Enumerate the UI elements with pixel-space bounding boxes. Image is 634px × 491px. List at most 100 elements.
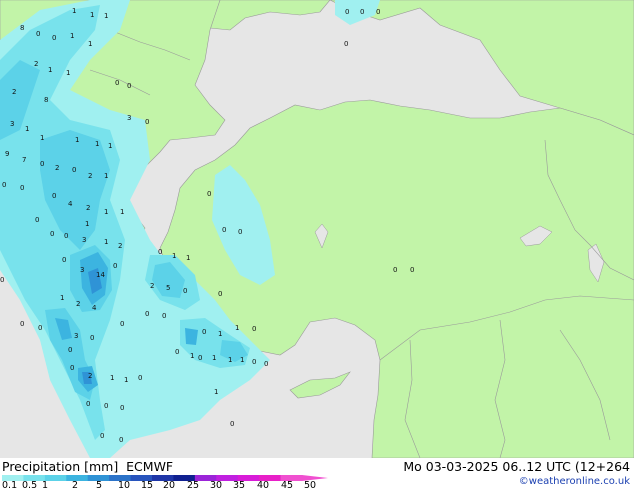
precip-value-label: 0 [410, 266, 414, 274]
precip-value-label: 1 [190, 352, 194, 360]
precip-value-label: 1 [60, 294, 64, 302]
precip-value-label: 3 [74, 332, 78, 340]
precip-value-label: 0 [104, 402, 108, 410]
colorbar-tick: 25 [187, 480, 200, 491]
precip-value-label: 1 [214, 388, 218, 396]
precip-value-label: 0 [393, 266, 397, 274]
precip-value-label: 1 [66, 69, 70, 77]
colorbar-tick: 0.1 [2, 480, 18, 491]
precip-value-label: 3 [82, 236, 86, 244]
precip-value-label: 0 [238, 228, 242, 236]
precip-value-label: 1 [240, 356, 244, 364]
precip-value-label: 0 [2, 181, 6, 189]
precip-value-label: 0 [145, 118, 149, 126]
precip-value-label: 2 [12, 88, 16, 96]
precip-value-label: 0 [360, 8, 364, 16]
precip-value-label: 2 [34, 60, 38, 68]
precip-value-label: 0 [52, 34, 56, 42]
precip-value-label: 0 [175, 348, 179, 356]
precip-value-label: 0 [90, 334, 94, 342]
precip-value-label: 4 [92, 304, 97, 312]
precip-value-label: 0 [68, 346, 72, 354]
precip-value-label: 2 [88, 372, 92, 380]
precip-value-label: 0 [207, 190, 211, 198]
precip-value-label: 0 [35, 216, 39, 224]
precip-value-label: 1 [218, 330, 222, 338]
precip-value-label: 1 [104, 238, 108, 246]
colorbar-tick: 35 [233, 480, 246, 491]
precip-value-label: 2 [76, 300, 80, 308]
precip-value-label: 0 [20, 320, 24, 328]
precip-value-label: 14 [96, 271, 105, 279]
precip-value-label: 5 [166, 284, 170, 292]
precip-value-label: 9 [5, 150, 9, 158]
precip-value-label: 0 [252, 325, 256, 333]
precip-value-label: 0 [36, 30, 40, 38]
precip-value-label: 1 [85, 220, 89, 228]
precip-value-label: 1 [228, 356, 232, 364]
credit-link[interactable]: ©weatheronline.co.uk [519, 476, 630, 487]
colorbar-tick: 50 [304, 480, 317, 491]
precip-value-label: 0 [119, 436, 123, 444]
colorbar-tick: 40 [257, 480, 270, 491]
precip-value-label: 1 [40, 134, 44, 142]
precip-value-label: 0 [138, 374, 142, 382]
legend-footer: Precipitation [mm] ECMWF Mo 03-03-2025 0… [0, 458, 634, 491]
precip-value-label: 1 [235, 324, 239, 332]
precip-value-label: 0 [120, 320, 124, 328]
precip-value-label: 0 [218, 290, 222, 298]
precip-value-label: 0 [145, 310, 149, 318]
precip-value-label: 0 [264, 360, 268, 368]
precip-value-label: 8 [44, 96, 48, 104]
precip-value-label: 1 [124, 376, 128, 384]
precip-value-label: 0 [127, 82, 131, 90]
precip-value-label: 1 [72, 7, 76, 15]
precip-value-label: 0 [72, 166, 76, 174]
valid-time-label: Mo 03-03-2025 06..12 UTC (12+264 [403, 459, 630, 474]
precip-value-label: 1 [104, 172, 108, 180]
precip-value-label: 1 [48, 66, 52, 74]
precip-value-label: 8 [20, 24, 24, 32]
precip-value-label: 0 [376, 8, 380, 16]
precipitation-map: 1110008001102110028313011119702021000421… [0, 0, 634, 458]
precip-value-label: 0 [222, 226, 226, 234]
precip-value-label: 0 [70, 364, 74, 372]
precip-value-label: 0 [86, 400, 90, 408]
precip-value-label: 0 [38, 324, 42, 332]
precip-value-label: 0 [158, 248, 162, 256]
precip-value-label: 1 [75, 136, 79, 144]
colorbar-tick: 20 [163, 480, 176, 491]
precip-value-label: 1 [70, 32, 74, 40]
colorbar-tick: 45 [281, 480, 294, 491]
colorbar-tick: 5 [96, 480, 103, 491]
precip-value-label: 0 [40, 160, 44, 168]
precip-value-label: 3 [127, 114, 131, 122]
precip-value-label: 0 [162, 312, 166, 320]
precip-value-label: 2 [55, 164, 59, 172]
precip-value-label: 0 [100, 432, 104, 440]
precip-value-label: 1 [88, 40, 92, 48]
precip-value-label: 0 [50, 230, 54, 238]
precip-value-label: 0 [252, 358, 256, 366]
precip-value-label: 0 [52, 192, 56, 200]
precip-value-label: 0 [202, 328, 206, 336]
precip-value-label: 0 [0, 276, 4, 284]
precip-value-label: 2 [86, 204, 90, 212]
precip-value-label: 1 [186, 254, 190, 262]
colorbar-tick: 15 [141, 480, 154, 491]
precip-value-label: 0 [183, 287, 187, 295]
colorbar-segment [44, 475, 67, 481]
precip-value-label: 1 [172, 252, 176, 260]
precip-value-label: 0 [20, 184, 24, 192]
colorbar-tick: 2 [72, 480, 79, 491]
map-title: Precipitation [mm] ECMWF [2, 459, 174, 474]
precip-value-label: 0 [120, 404, 124, 412]
precip-value-label: 0 [344, 40, 348, 48]
precip-value-label: 3 [10, 120, 14, 128]
precip-value-label: 0 [198, 354, 202, 362]
colorbar-tick: 10 [118, 480, 131, 491]
precip-value-label: 1 [120, 208, 124, 216]
precip-value-label: 0 [230, 420, 234, 428]
precip-value-label: 1 [104, 208, 108, 216]
map-canvas: 1 1 1 0 0 080 0 11 021 10 028313 01 1 1 197 0 2 02 10 004 2 1… [0, 0, 634, 458]
